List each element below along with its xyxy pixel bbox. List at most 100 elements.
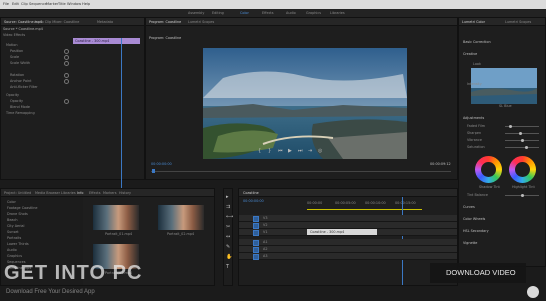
workspace-effects[interactable]: Effects [262,11,274,15]
tab-lumetri-scopes[interactable]: Lumetri Scopes [188,20,214,24]
workspace-audio[interactable]: Audio [286,11,296,15]
section-label[interactable]: Opacity [6,93,19,97]
workspace-editing[interactable]: Editing [212,11,224,15]
sharpen-slider[interactable] [505,131,539,135]
bin-item[interactable]: Beach [7,218,18,222]
property-label: Scale Width [10,61,31,65]
step-back-icon[interactable]: ⏮ [278,149,283,154]
tab-lumetri-color[interactable]: Lumetri Color [462,20,485,24]
mark-out-icon[interactable]: } [268,149,271,154]
export-frame-icon[interactable]: ◎ [318,149,322,154]
section-label[interactable]: Time Remapping [6,111,35,115]
section-adjustments[interactable]: Adjustments [463,116,484,120]
tab-lumetri-scopes[interactable]: Lumetri Scopes [505,20,531,24]
work-area-bar[interactable] [307,209,422,210]
track-select-tool-icon[interactable]: ⇉ [226,205,230,210]
menu-file[interactable]: File [3,2,9,6]
menu-sequence[interactable]: Sequence [29,2,47,6]
menu-title[interactable]: Title [58,2,66,6]
tab-project[interactable]: Project: Untitled [4,191,31,195]
clip-thumbnail[interactable] [158,205,204,230]
saturation-slider[interactable] [505,145,539,149]
faded-film-slider[interactable] [505,124,539,128]
keyframe-toggle-icon[interactable] [64,61,69,66]
tab-program[interactable]: Program: Coastline [149,20,181,24]
bin-item[interactable]: Color [7,200,16,204]
timeline-clip[interactable]: Coastline - 300.mp4 [307,229,377,235]
menu-clip[interactable]: Clip [21,2,28,6]
keyframe-toggle-icon[interactable] [64,49,69,54]
section-creative[interactable]: Creative [463,52,477,56]
timeline-panel: Coastline 00:00:00:00 00:00:00 00:00:05:… [238,188,458,286]
look-preview-thumbnail[interactable] [471,68,537,104]
tab-metadata[interactable]: Metadata [97,20,113,24]
program-scrub-bar[interactable] [151,171,451,172]
program-playhead[interactable] [152,169,155,173]
bin-item[interactable]: Graphics [7,254,22,258]
section-curves[interactable]: Curves [463,205,475,209]
selection-tool-icon[interactable]: ▸ [226,195,229,200]
bin-item[interactable]: Footage Coastline [7,206,37,210]
section-color-wheels[interactable]: Color Wheels [463,217,485,221]
section-basic-correction[interactable]: Basic Correction [463,40,491,44]
bin-item[interactable]: City Aerial [7,224,24,228]
section-vignette[interactable]: Vignette [463,241,477,245]
tab-history[interactable]: History [119,191,131,195]
scroll-to-top-icon[interactable] [527,286,539,298]
vibrance-slider[interactable] [505,138,539,142]
mark-in-icon[interactable]: { [258,149,261,154]
workspace-graphics[interactable]: Graphics [306,11,321,15]
ripple-edit-tool-icon[interactable]: ⟷ [226,215,233,220]
keyframe-toggle-icon[interactable] [64,79,69,84]
hand-tool-icon[interactable]: ✋ [226,255,232,260]
program-timecode[interactable]: 00:00:00:00 [151,162,172,166]
menu-help[interactable]: Help [82,2,90,6]
menu-edit[interactable]: Edit [12,2,19,6]
bin-item[interactable]: Lower Thirds [7,242,29,246]
track-target-toggle[interactable] [253,223,259,229]
bin-item[interactable]: Sunset [7,230,19,234]
timeline-timecode[interactable]: 00:00:00:00 [243,199,264,203]
bin-item[interactable]: Audio [7,248,17,252]
step-forward-icon[interactable]: ⏭ [298,149,303,154]
pen-tool-icon[interactable]: ✎ [226,245,230,250]
slip-tool-icon[interactable]: ↔ [226,235,230,240]
menu-marker[interactable]: Marker [46,2,58,6]
track-target-toggle[interactable] [253,247,259,253]
tab-libraries[interactable]: Libraries [61,191,76,195]
workspace-libraries[interactable]: Libraries [330,11,345,15]
type-tool-icon[interactable]: T [226,265,229,270]
section-label[interactable]: Motion [6,43,18,47]
keyframe-toggle-icon[interactable] [64,99,69,104]
insert-icon[interactable]: ⇥ [308,149,312,154]
workspace-color[interactable]: Color [240,11,249,15]
program-video-frame [203,48,407,159]
play-icon[interactable]: ▶ [288,149,292,154]
tab-info[interactable]: Info [77,191,83,195]
tab-timeline-coastline[interactable]: Coastline [243,191,259,195]
tint-balance-slider[interactable] [505,193,539,197]
track-target-toggle[interactable] [253,216,259,222]
track-target-toggle[interactable] [253,254,259,260]
download-video-button[interactable]: DOWNLOAD VIDEO [430,263,526,283]
tab-audio-clip-mixer[interactable]: Audio Clip Mixer: Coastline [34,20,79,24]
track-target-toggle[interactable] [253,230,259,236]
tab-markers[interactable]: Markers [103,191,117,195]
tab-effects[interactable]: Effects [89,191,101,195]
razor-tool-icon[interactable]: ✂ [226,225,230,230]
keyframe-toggle-icon[interactable] [64,55,69,60]
bin-item[interactable]: Drone Shots [7,212,28,216]
shadow-tint-wheel[interactable] [475,156,502,183]
track-target-toggle[interactable] [253,240,259,246]
bin-item[interactable]: Portraits [7,236,21,240]
clip-bar[interactable]: Coastline - 300.mp4 [73,38,140,44]
watermark-tagline: Download Free Your Desired App [6,289,95,295]
effect-playhead[interactable] [121,38,122,198]
clip-thumbnail[interactable] [93,205,139,230]
menu-window[interactable]: Window [67,2,81,6]
workspace-assembly[interactable]: Assembly [188,11,204,15]
tab-media-browser[interactable]: Media Browser [35,191,60,195]
highlight-tint-wheel[interactable] [509,156,536,183]
keyframe-toggle-icon[interactable] [64,73,69,78]
section-hsl-secondary[interactable]: HSL Secondary [463,229,489,233]
